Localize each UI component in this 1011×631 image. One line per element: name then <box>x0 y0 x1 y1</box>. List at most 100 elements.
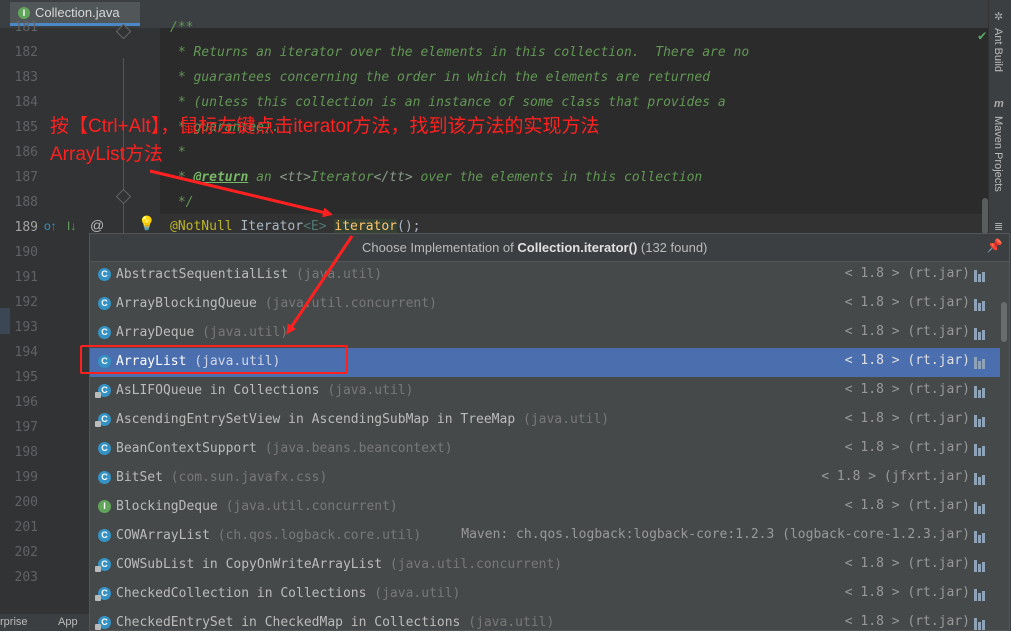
generic-text: <E> <box>303 219 327 234</box>
library-location: < 1.8 > (rt.jar) <box>844 266 970 281</box>
line-number: 183 <box>14 70 38 85</box>
library-location: < 1.8 > (rt.jar) <box>844 585 970 600</box>
line-number: 190 <box>14 245 38 260</box>
implementation-row[interactable]: C AscendingEntrySetView in AscendingSubMa… <box>90 406 1000 435</box>
pin-icon[interactable]: 📌 <box>987 239 1003 254</box>
implementation-row[interactable]: C BitSet (com.sun.javafx.css) < 1.8 > (jfx… <box>90 464 1000 493</box>
iterator-method-name[interactable]: iterator <box>334 219 398 234</box>
line-number: 201 <box>14 520 38 535</box>
line-number: 188 <box>14 195 38 210</box>
line-number: 194 <box>14 345 38 360</box>
line-number: 187 <box>14 170 38 185</box>
implemented-by-icon[interactable]: I↓ <box>67 219 76 233</box>
implementation-row[interactable]: C CheckedEntrySet in CheckedMap in Collec… <box>90 609 1000 630</box>
implementation-row[interactable]: C CheckedCollection in Collections (java.… <box>90 580 1000 609</box>
annotation-icon[interactable]: @ <box>90 217 104 233</box>
popup-title-method: Collection.iterator() <box>517 240 638 255</box>
code-line: * (unless this collection is an instance… <box>170 95 726 110</box>
inner-class-icon: C <box>95 587 111 601</box>
line-number: 203 <box>14 570 38 585</box>
bottom-tool-item[interactable]: App <box>58 616 78 628</box>
implementation-name: BeanContextSupport (java.beans.beanconte… <box>116 441 453 456</box>
implementation-row[interactable]: C ArrayDeque (java.util) < 1.8 > (rt.jar) <box>90 319 1000 348</box>
class-icon: C <box>98 442 111 455</box>
database-icon[interactable]: ≣ <box>994 220 1003 233</box>
class-name: BeanContextSupport <box>116 441 257 456</box>
line-number: 202 <box>14 545 38 560</box>
code-line: * Returns an iterator over the elements … <box>170 45 750 60</box>
line-number: 198 <box>14 445 38 460</box>
package-name: (java.util.concurrent) <box>217 499 398 514</box>
implementation-name: BitSet (com.sun.javafx.css) <box>116 470 327 485</box>
popup-title-count: (132 found) <box>637 240 708 255</box>
inner-class-icon: C <box>95 616 111 630</box>
line-number: 192 <box>14 295 38 310</box>
line-number: 184 <box>14 95 38 110</box>
line-number: 195 <box>14 370 38 385</box>
library-icon <box>974 328 986 340</box>
annotation-line: 按【Ctrl+Alt】，鼠标左键点击iterator方法，找到该方法的实现方法 <box>50 116 600 137</box>
code-line: * @return an <tt>Iterator</tt> over the … <box>170 170 702 185</box>
package-name: (java.util) <box>366 586 461 601</box>
code-line: @NotNull Iterator<E> iterator(); <box>170 219 421 234</box>
package-name: (java.util) <box>194 325 289 340</box>
class-icon: C <box>98 529 111 542</box>
class-name: COWSubList in CopyOnWriteArrayList <box>116 557 383 572</box>
code-text: Iterator <box>232 219 304 234</box>
maven-projects-tool-button[interactable]: Maven Projects <box>992 116 1004 192</box>
line-number: 189 <box>14 220 38 235</box>
class-icon: C <box>98 268 111 281</box>
library-icon <box>974 560 986 572</box>
class-name: CheckedEntrySet in CheckedMap in Collect… <box>116 615 461 630</box>
annotation-text: @NotNull <box>170 219 233 234</box>
line-number: 193 <box>14 320 38 335</box>
popup-title: Choose Implementation of Collection.iter… <box>362 240 707 255</box>
package-name: (java.util) <box>288 267 383 282</box>
code-line: */ <box>170 195 194 210</box>
implementation-row[interactable]: C ArrayBlockingQueue (java.util.concurren… <box>90 290 1000 319</box>
library-location: Maven: ch.qos.logback:logback-core:1.2.3… <box>461 527 970 542</box>
implementation-name: CheckedCollection in Collections (java.u… <box>116 586 460 601</box>
implementation-name: AsLIFOQueue in Collections (java.util) <box>116 383 413 398</box>
implementation-name: ArrayDeque (java.util) <box>116 325 288 340</box>
code-text: Iterator <box>310 170 374 185</box>
implementation-row[interactable]: C COWSubList in CopyOnWriteArrayList (jav… <box>90 551 1000 580</box>
implementation-row[interactable]: C AsLIFOQueue in Collections (java.util) <… <box>90 377 1000 406</box>
library-icon <box>974 589 986 601</box>
ant-build-tool-button[interactable]: Ant Build <box>992 28 1004 72</box>
html-tag: </tt> <box>373 170 413 185</box>
lightbulb-icon[interactable]: 💡 <box>138 216 155 232</box>
class-icon: C <box>98 326 111 339</box>
implementation-name: ArrayBlockingQueue (java.util.concurrent… <box>116 296 437 311</box>
code-text: (); <box>397 219 421 234</box>
library-location: < 1.8 > (rt.jar) <box>844 353 970 368</box>
popup-title-prefix: Choose Implementation of <box>362 240 518 255</box>
library-icon <box>974 444 986 456</box>
library-icon <box>974 618 986 630</box>
library-icon <box>974 386 986 398</box>
implementation-row[interactable]: C COWArrayList (ch.qos.logback.core.util)… <box>90 522 1000 551</box>
implementation-row[interactable]: C BeanContextSupport (java.beans.beancont… <box>90 435 1000 464</box>
html-tag: <tt> <box>279 170 311 185</box>
choose-implementation-popup: Choose Implementation of Collection.iter… <box>89 233 1010 631</box>
class-icon: C <box>98 471 111 484</box>
line-number: 200 <box>14 495 38 510</box>
library-location: < 1.8 > (jfxrt.jar) <box>821 469 970 484</box>
implementation-row[interactable]: I BlockingDeque (java.util.concurrent) < 1… <box>90 493 1000 522</box>
bottom-tool-item[interactable]: rprise <box>0 616 28 628</box>
implemented-method-icon[interactable]: o↑ <box>44 219 57 233</box>
code-line: /** <box>170 20 194 35</box>
line-number: 185 <box>14 120 38 135</box>
library-icon <box>974 415 986 427</box>
line-number: 181 <box>14 20 38 35</box>
fold-marker-icon[interactable] <box>115 188 132 205</box>
interface-icon: I <box>98 500 111 513</box>
inner-class-icon: C <box>95 384 111 398</box>
implementation-row[interactable]: C AbstractSequentialList (java.util) < 1.8… <box>90 261 1000 290</box>
popup-scrollbar[interactable] <box>1001 302 1007 342</box>
package-name: (java.util) <box>319 383 414 398</box>
line-number: 186 <box>14 145 38 160</box>
library-icon <box>974 299 986 311</box>
class-name: BlockingDeque <box>116 499 218 514</box>
code-text: over the elements in this collection <box>412 170 703 185</box>
